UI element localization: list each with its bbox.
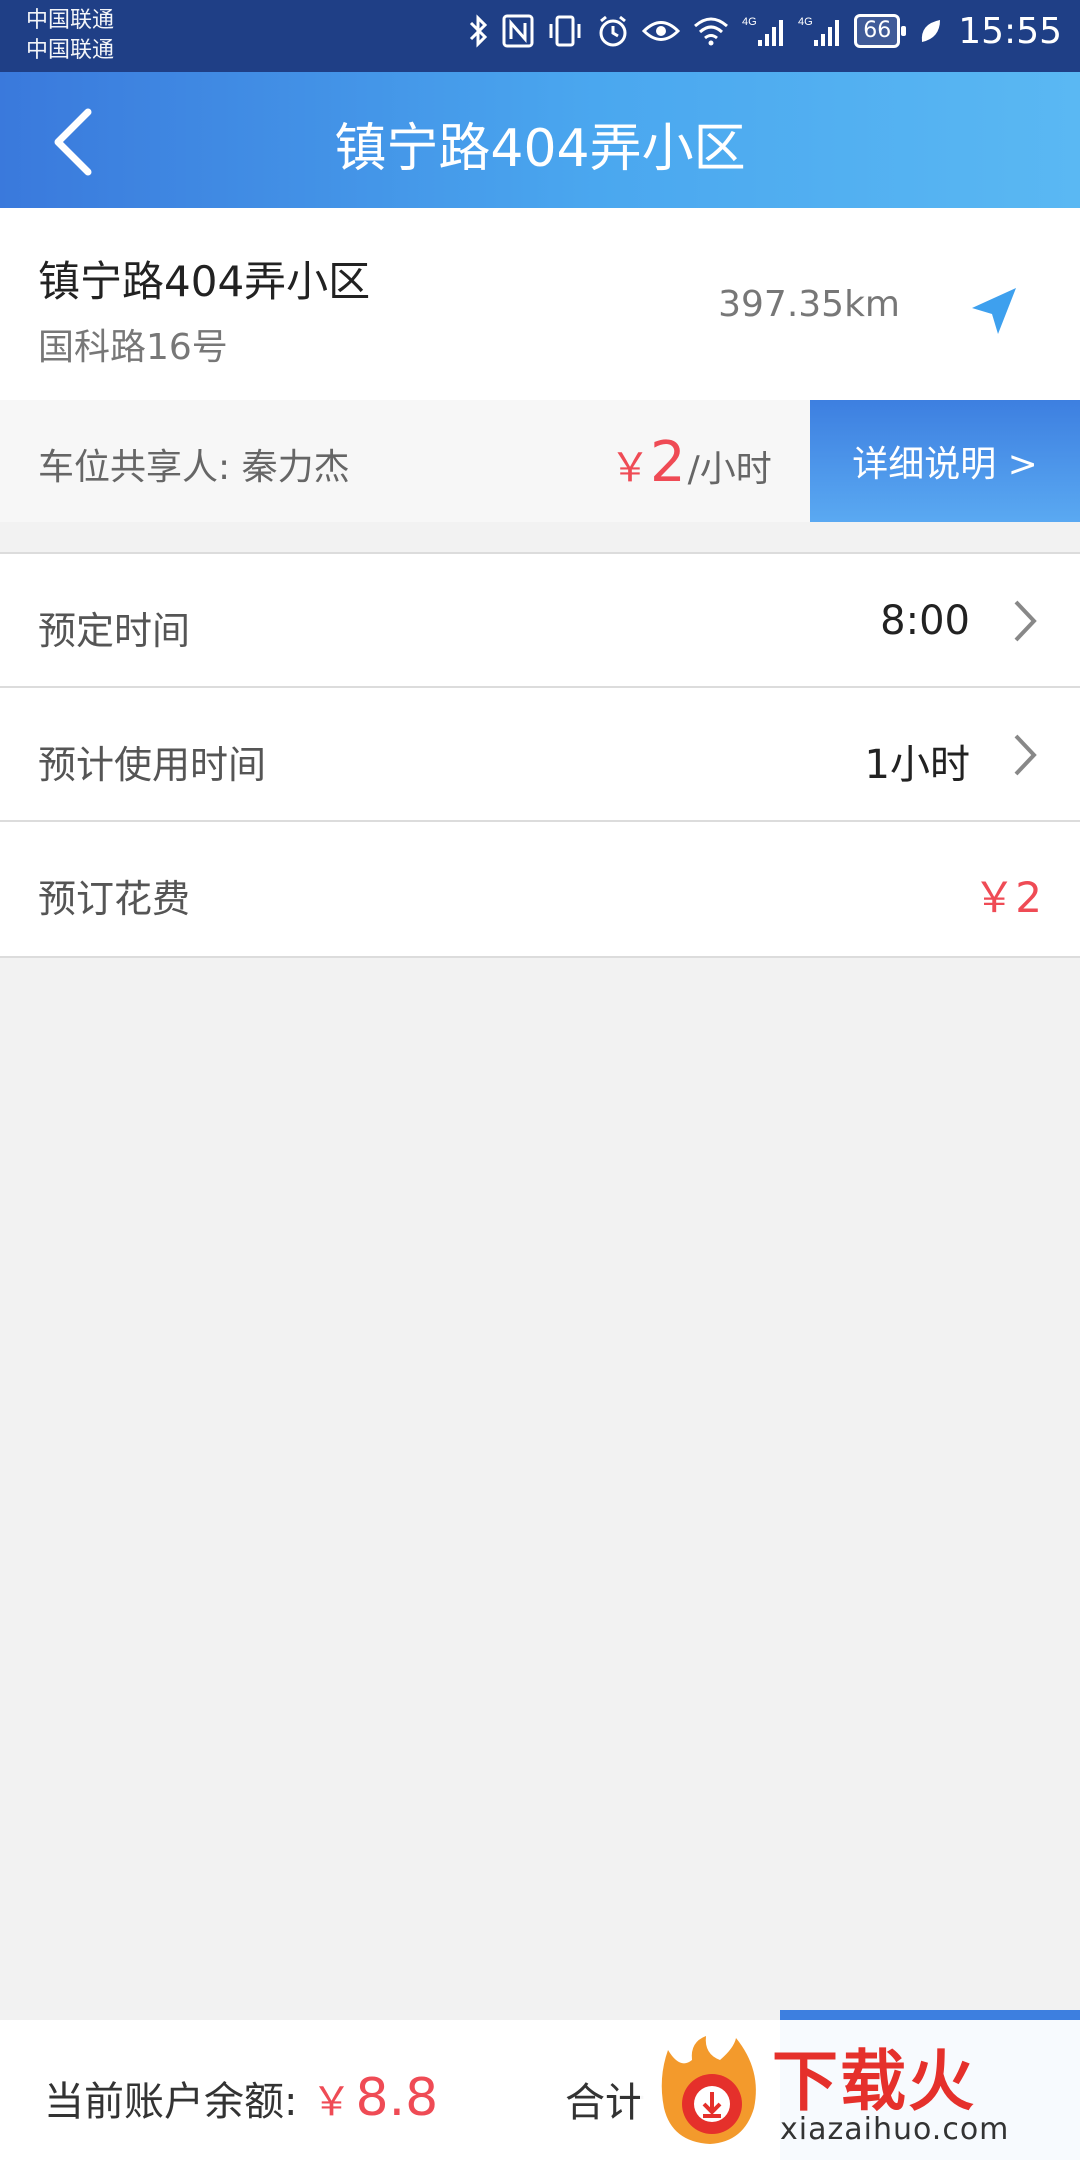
usage-duration-value: 1小时 [864,742,970,788]
navigate-icon[interactable] [964,282,1024,342]
bluetooth-icon [468,10,490,52]
reserve-time-value: 8:00 [880,598,970,644]
hourly-price: ￥ 2 /小时 [610,430,772,495]
flame-logo-icon [661,2036,756,2144]
price-unit: /小时 [687,449,772,490]
reserve-time-row[interactable]: 预定时间 8:00 [0,552,1080,690]
vibrate-icon [546,10,584,52]
watermark-url: xiazaihuo.com [780,2112,1010,2147]
watermark-title: 下载火 [772,2043,976,2120]
carrier-2: 中国联通 [26,38,115,63]
signal-4g-icon-2: 4G [798,10,842,52]
svg-text:4G: 4G [742,16,757,28]
details-button[interactable]: 详细说明 > [810,400,1080,522]
balance-label: 当前账户余额: [44,2079,298,2125]
sharer-label: 车位共享人: 秦力杰 [38,447,350,488]
page-title: 镇宁路404弄小区 [334,119,746,179]
chevron-right-icon [1014,734,1037,776]
status-bar: 中国联通 中国联通 4G 4G 66 15:55 [0,0,1080,72]
signal-4g-icon: 4G [742,10,786,52]
reservation-fee-label: 预订花费 [38,877,191,921]
status-icons: 4G 4G 66 15:55 [468,10,1062,52]
reservation-fee-value: ￥2 [973,873,1042,922]
wifi-icon [692,10,730,52]
total-label: 合计 [565,2080,645,2126]
nfc-icon [502,10,534,52]
usage-duration-row[interactable]: 预计使用时间 1小时 [0,686,1080,824]
clock-time: 15:55 [958,10,1062,52]
app-header: 镇宁路404弄小区 [0,72,1080,208]
balance-currency: ￥ [311,2079,352,2125]
alarm-icon [596,10,630,52]
parking-lot-address: 国科路16号 [38,327,228,368]
location-card: 镇宁路404弄小区 国科路16号 397.35km [0,208,1080,400]
reservation-fee-row: 预订花费 ￥2 [0,820,1080,958]
chevron-right-icon [1014,600,1037,642]
watermark: 下载火 xiazaihuo.com [640,2020,1080,2160]
svg-text:4G: 4G [798,16,813,28]
carrier-1: 中国联通 [26,8,115,33]
leaf-icon [918,10,942,52]
price-currency: ￥ [610,445,650,491]
price-value: 2 [650,430,686,495]
carrier-labels: 中国联通 中国联通 [26,6,114,66]
battery-indicator: 66 [854,14,907,48]
parking-lot-name: 镇宁路404弄小区 [38,257,371,306]
eye-comfort-icon [642,10,681,52]
distance-label: 397.35km [718,284,900,325]
account-balance: 当前账户余额: ￥ 8.8 [44,2068,438,2128]
usage-duration-label: 预计使用时间 [38,743,267,787]
balance-value: 8.8 [355,2068,439,2128]
reserve-time-label: 预定时间 [38,609,191,653]
